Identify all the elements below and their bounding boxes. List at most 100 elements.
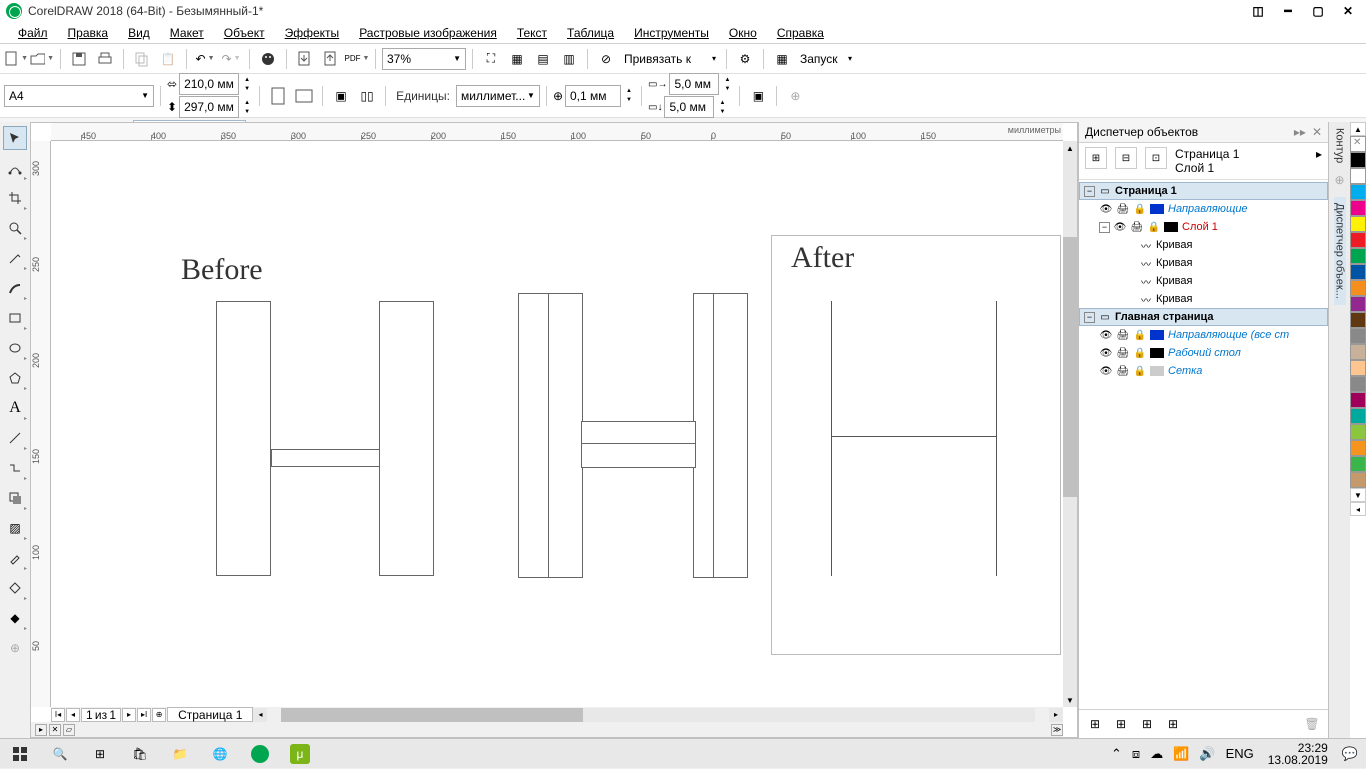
open-button[interactable]: ▼	[30, 47, 54, 71]
width-up[interactable]: ▲	[241, 75, 253, 84]
last-page-button[interactable]: ▸I	[137, 708, 151, 722]
color-swatch[interactable]	[1350, 408, 1366, 424]
menu-edit[interactable]: Правка	[58, 26, 119, 40]
menu-tools[interactable]: Инструменты	[624, 26, 719, 40]
tree-curve-3[interactable]: 〰Кривая	[1079, 272, 1328, 290]
page-size-preset[interactable]: A4▼	[4, 85, 154, 107]
width-down[interactable]: ▼	[241, 84, 253, 93]
color-swatch[interactable]	[1350, 248, 1366, 264]
redo-button[interactable]: ↷▼	[219, 47, 243, 71]
quick-customize-button[interactable]: ⊕	[3, 636, 27, 660]
color-swatch[interactable]	[1350, 264, 1366, 280]
dock-add[interactable]: ⊕	[1334, 173, 1344, 187]
color-swatch[interactable]	[1350, 168, 1366, 184]
menu-layout[interactable]: Макет	[160, 26, 214, 40]
tray-chevron-icon[interactable]: ⌃	[1111, 746, 1122, 762]
undo-button[interactable]: ↶▼	[193, 47, 217, 71]
minimize-button[interactable]: ━	[1280, 3, 1296, 19]
zoom-level-input[interactable]: 37%▼	[382, 48, 466, 70]
palette-down-button[interactable]: ▼	[1350, 488, 1366, 502]
om-flyout-button[interactable]: ▸	[1316, 147, 1322, 175]
tree-curve-4[interactable]: 〰Кривая	[1079, 290, 1328, 308]
treat-as-filled-button[interactable]: ▣	[746, 84, 770, 108]
snap-off-button[interactable]: ⊘	[594, 47, 618, 71]
hint-expand[interactable]: ▸	[35, 724, 47, 736]
color-swatch[interactable]	[1350, 392, 1366, 408]
polygon-tool[interactable]	[3, 366, 27, 390]
menu-window[interactable]: Окно	[719, 26, 767, 40]
canvas[interactable]: Before After	[51, 141, 1063, 707]
page-width-input[interactable]	[179, 73, 239, 95]
om-view-btn-2[interactable]: ⊟	[1115, 147, 1137, 169]
dock-tab-object-manager[interactable]: Диспетчер объек...	[1334, 197, 1346, 305]
om-view-btn-3[interactable]: ⊡	[1145, 147, 1167, 169]
tree-guides-all[interactable]: 👁🖨🔒Направляющие (все ст	[1079, 326, 1328, 344]
color-swatch[interactable]	[1350, 184, 1366, 200]
menu-effects[interactable]: Эффекты	[275, 26, 350, 40]
height-up[interactable]: ▲	[241, 98, 253, 107]
text-tool[interactable]: A	[3, 396, 27, 420]
nudge-input[interactable]	[565, 85, 621, 107]
tray-volume-icon[interactable]: 🔊	[1199, 746, 1215, 762]
zoom-tool[interactable]	[3, 216, 27, 240]
show-rulers-button[interactable]: ▦	[505, 47, 529, 71]
export-button[interactable]	[319, 47, 343, 71]
taskbar-app-explorer[interactable]: 📁	[160, 739, 200, 769]
taskbar-app-coreldraw[interactable]	[240, 739, 280, 769]
hint-outline[interactable]: ▱	[63, 724, 75, 736]
account-icon[interactable]: ◫	[1250, 3, 1266, 19]
tree-guides[interactable]: 👁🖨🔒Направляющие	[1079, 200, 1328, 218]
taskbar-app-store[interactable]: 🛍	[120, 739, 160, 769]
hint-more[interactable]: ≫	[1051, 724, 1063, 736]
docker-close-button[interactable]: ✕	[1312, 125, 1322, 139]
fullscreen-button[interactable]: ⛶	[479, 47, 503, 71]
prev-page-button[interactable]: ◂	[66, 708, 80, 722]
tray-wifi-icon[interactable]: 📶	[1173, 746, 1189, 762]
all-pages-button[interactable]: ▣	[329, 84, 353, 108]
search-content-button[interactable]	[256, 47, 280, 71]
color-swatch[interactable]	[1350, 200, 1366, 216]
new-master-layer-button[interactable]: ⊞	[1111, 714, 1131, 734]
portrait-button[interactable]	[266, 84, 290, 108]
menu-text[interactable]: Текст	[507, 26, 557, 40]
color-swatch[interactable]	[1350, 440, 1366, 456]
options-button[interactable]: ⚙	[733, 47, 757, 71]
color-swatch[interactable]	[1350, 312, 1366, 328]
new-master-layer-odd-button[interactable]: ⊞	[1163, 714, 1183, 734]
delete-layer-button[interactable]: 🗑	[1302, 714, 1322, 734]
menu-file[interactable]: Файл	[8, 26, 58, 40]
landscape-button[interactable]	[292, 84, 316, 108]
tree-master-page[interactable]: −▭Главная страница	[1079, 308, 1328, 326]
ruler-vertical[interactable]: 30025020015010050	[31, 141, 51, 707]
page-height-input[interactable]	[179, 96, 239, 118]
interactive-fill-tool[interactable]	[3, 576, 27, 600]
scroll-right-button[interactable]: ▸	[1049, 708, 1063, 722]
maximize-button[interactable]: ▢	[1310, 3, 1326, 19]
save-button[interactable]	[67, 47, 91, 71]
menu-object[interactable]: Объект	[214, 26, 275, 40]
color-swatch[interactable]	[1350, 280, 1366, 296]
duplicate-y-input[interactable]	[664, 96, 714, 118]
color-swatch[interactable]	[1350, 328, 1366, 344]
scroll-left-button[interactable]: ◂	[253, 708, 267, 722]
color-swatch[interactable]	[1350, 376, 1366, 392]
menu-bitmaps[interactable]: Растровые изображения	[349, 26, 507, 40]
dock-tab-contour[interactable]: Контур	[1334, 122, 1346, 169]
ruler-horizontal[interactable]: миллиметры 45040035030025020015010050050…	[51, 123, 1063, 141]
tray-onedrive-icon[interactable]: ☁	[1150, 746, 1163, 762]
task-view-button[interactable]: ⊞	[80, 739, 120, 769]
tree-desktop[interactable]: 👁🖨🔒Рабочий стол	[1079, 344, 1328, 362]
import-button[interactable]	[293, 47, 317, 71]
new-button[interactable]: ▼	[4, 47, 28, 71]
new-master-layer-all-button[interactable]: ⊞	[1137, 714, 1157, 734]
show-grid-button[interactable]: ▤	[531, 47, 555, 71]
tree-curve-1[interactable]: 〰Кривая	[1079, 236, 1328, 254]
nudge-up[interactable]: ▲	[623, 87, 635, 96]
shape-tool[interactable]	[3, 156, 27, 180]
tree-layer-1[interactable]: −👁🖨🔒Слой 1	[1079, 218, 1328, 236]
next-page-button[interactable]: ▸	[122, 708, 136, 722]
app-launcher-icon[interactable]: ▦	[770, 47, 794, 71]
hint-nofill[interactable]: ✕	[49, 724, 61, 736]
vertical-scrollbar[interactable]: ▲ ▼	[1063, 141, 1077, 707]
swatch-none[interactable]	[1350, 136, 1366, 152]
